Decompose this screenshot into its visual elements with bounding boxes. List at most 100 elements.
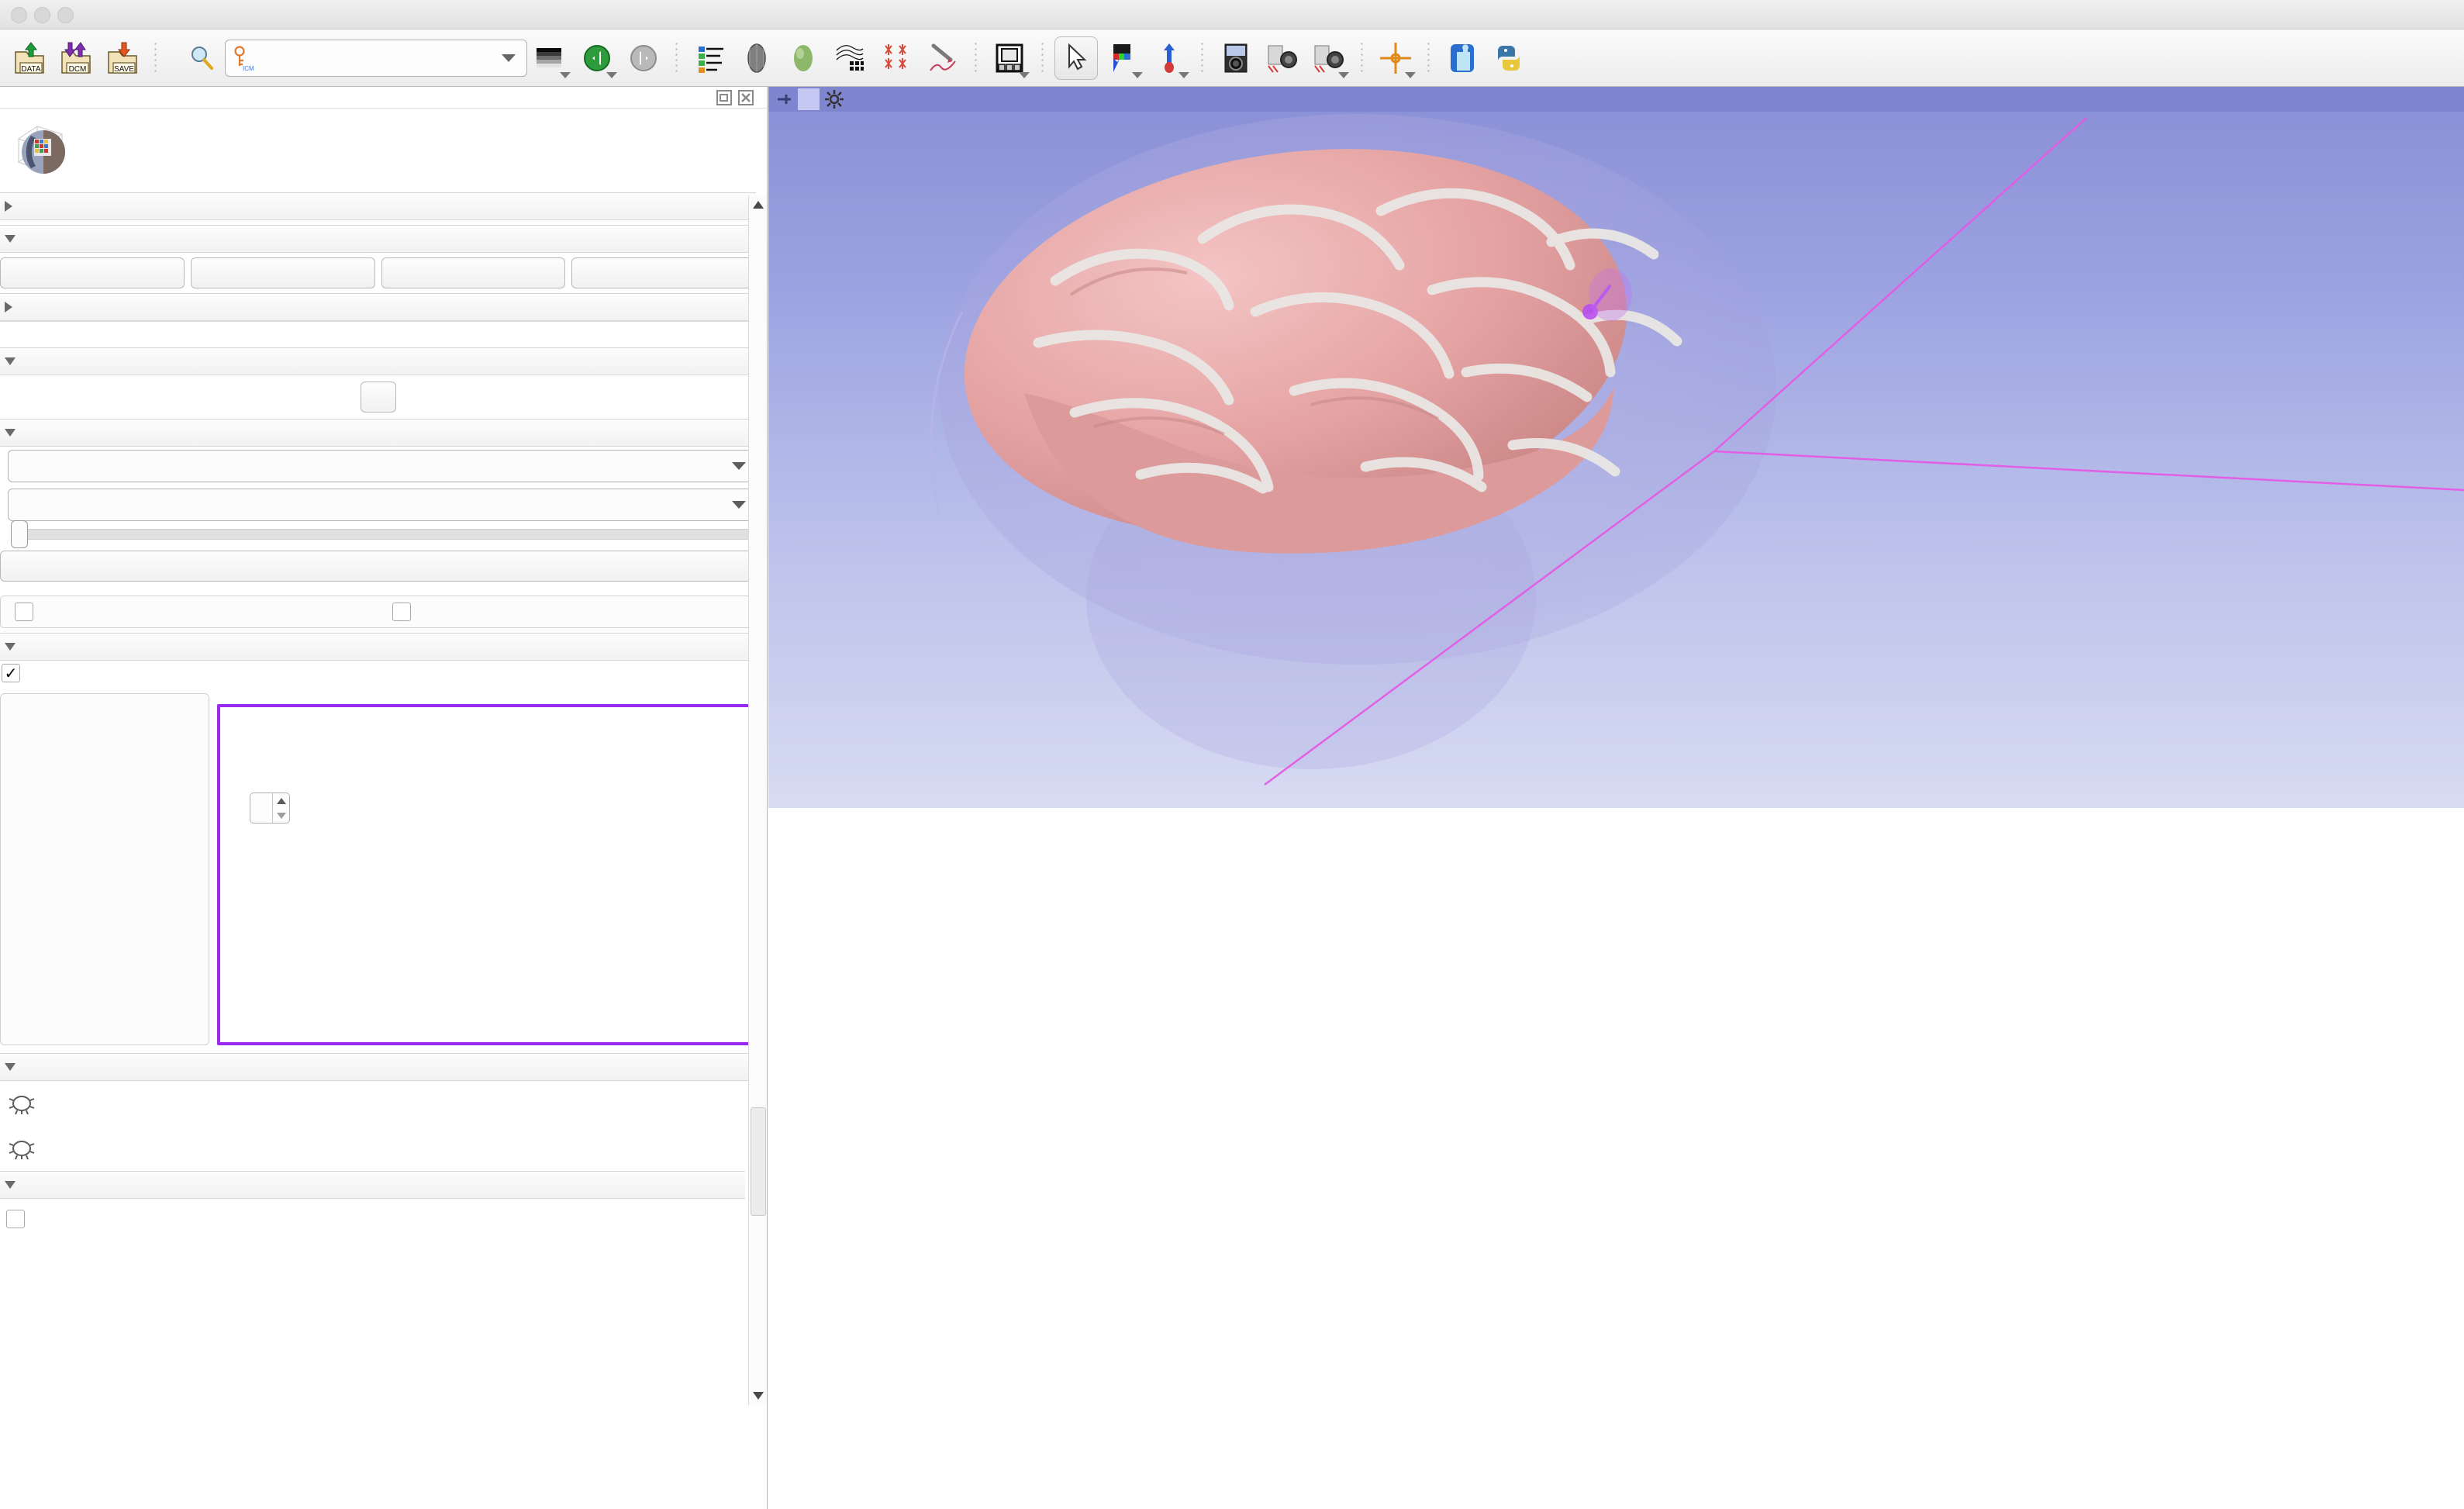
python-console-icon[interactable] — [1487, 36, 1531, 80]
3d-view[interactable] — [768, 87, 2464, 808]
fiducial-icon[interactable] — [1147, 36, 1191, 80]
grayscale-ramp-icon[interactable] — [529, 36, 572, 80]
show-zoomed-slice-row[interactable] — [0, 1199, 767, 1233]
close-panel-icon[interactable] — [737, 89, 754, 106]
markups-curve-icon[interactable] — [921, 36, 965, 80]
view-electrode-axis-row[interactable]: ✓ — [0, 661, 767, 684]
section-reload-test[interactable] — [0, 225, 756, 253]
panel-header — [0, 87, 767, 109]
freesurfer-desikan-row[interactable] — [0, 1126, 767, 1171]
extensions-icon[interactable] — [1441, 36, 1484, 80]
section-help-acknowledgement[interactable] — [0, 192, 756, 220]
background-volume-select[interactable] — [8, 489, 756, 521]
load-data-body — [0, 321, 756, 347]
brain-3d-render — [768, 87, 2464, 808]
section-load-data[interactable] — [0, 293, 756, 321]
scroll-down-button[interactable] — [749, 1386, 768, 1405]
reset-slice-views-row — [0, 375, 767, 419]
chevron-down-icon — [5, 643, 16, 651]
section-freesurfer-models[interactable] — [0, 1053, 756, 1081]
module-selector[interactable]: ICM — [225, 40, 527, 77]
window-controls[interactable] — [11, 7, 74, 23]
svg-text:DCM: DCM — [69, 65, 87, 74]
toolbar-separator — [154, 41, 158, 75]
selected-plot-row — [231, 792, 742, 824]
models-icon[interactable] — [782, 36, 825, 80]
forward-arrow-icon[interactable] — [622, 36, 665, 80]
slicer-logo-icon — [14, 117, 74, 184]
slice-views-container — [768, 808, 2464, 1509]
registration-icon[interactable] — [875, 36, 918, 80]
back-arrow-icon[interactable] — [575, 36, 619, 80]
layer-reveal-checkbox[interactable] — [378, 603, 756, 621]
reload-and-test-button[interactable] — [191, 257, 375, 288]
stepper-increment-button[interactable] — [273, 793, 289, 808]
place-markup-icon[interactable] — [1101, 36, 1144, 80]
chevron-down-icon — [502, 54, 516, 62]
section-visualization[interactable] — [0, 347, 756, 375]
triangle-down-icon — [277, 813, 286, 819]
electrodes-area — [0, 690, 767, 1048]
toggle-volumes-button[interactable] — [0, 551, 756, 582]
scrollbar-thumb[interactable] — [751, 1107, 766, 1216]
reset-slice-views-button[interactable] — [361, 382, 396, 413]
magnifier-icon[interactable] — [180, 36, 223, 80]
volume-rendering-icon[interactable] — [735, 36, 778, 80]
edit-button[interactable] — [381, 257, 566, 288]
triangle-down-icon — [752, 1391, 764, 1400]
foreground-volume-row — [0, 447, 767, 485]
layout-icon[interactable] — [988, 36, 1031, 80]
foreground-opacity-slider[interactable] — [19, 529, 756, 540]
maximize-window-button[interactable] — [57, 7, 74, 23]
toolbar-separator — [1427, 41, 1431, 75]
chevron-down-icon — [5, 357, 16, 365]
load-data-icon[interactable]: DATA — [8, 36, 51, 80]
checkbox-box-checked: ✓ — [2, 664, 20, 682]
triangle-up-icon — [277, 798, 286, 804]
stepper-decrement-button[interactable] — [273, 808, 289, 823]
section-data-probe[interactable] — [0, 1171, 745, 1199]
toolbar-separator — [1200, 41, 1205, 75]
triangle-up-icon — [752, 200, 764, 209]
green-magenta-blending-checkbox[interactable] — [1, 603, 378, 621]
checkbox-box — [392, 603, 411, 621]
blending-options-group — [0, 596, 756, 628]
screenshot-icon[interactable] — [1214, 36, 1258, 80]
scene-views-icon[interactable] — [1307, 36, 1351, 80]
chevron-right-icon — [5, 302, 12, 313]
opacity-slider-handle[interactable] — [11, 520, 28, 548]
module-panel: ✓ — [0, 87, 768, 1509]
save-data-icon[interactable]: SAVE — [101, 36, 144, 80]
subject-hierarchy-icon[interactable] — [688, 36, 732, 80]
checkbox-box — [6, 1210, 25, 1228]
minimize-window-button[interactable] — [34, 7, 50, 23]
crosshair-icon[interactable] — [1374, 36, 1417, 80]
chevron-down-icon — [1132, 72, 1143, 78]
chevron-down-icon — [1405, 72, 1416, 78]
freesurfer-destrieux-row[interactable] — [0, 1081, 767, 1126]
svg-text:DATA: DATA — [21, 65, 41, 74]
chevron-down-icon — [1179, 72, 1189, 78]
selected-plot-stepper[interactable] — [250, 792, 290, 824]
layers-blending-label — [0, 588, 767, 594]
close-window-button[interactable] — [11, 7, 27, 23]
scene-view-capture-icon[interactable] — [1261, 36, 1304, 80]
section-volumes[interactable] — [0, 419, 756, 447]
restore-window-icon[interactable] — [716, 89, 733, 106]
load-dicom-icon[interactable]: DCM — [54, 36, 98, 80]
toolbar-separator — [1040, 41, 1045, 75]
panel-scrollbar[interactable] — [748, 195, 767, 1405]
chevron-down-icon — [732, 462, 746, 470]
checkbox-box — [15, 603, 33, 621]
chevron-down-icon — [606, 72, 617, 78]
grid-transform-icon[interactable] — [828, 36, 871, 80]
mouse-pointer-icon[interactable] — [1054, 36, 1098, 80]
window-title-bar — [0, 0, 2464, 29]
foreground-volume-select[interactable] — [8, 450, 756, 482]
chevron-down-icon — [5, 1181, 16, 1189]
scroll-up-button[interactable] — [749, 195, 768, 214]
section-electrodes[interactable] — [0, 633, 756, 661]
reload-button[interactable] — [0, 257, 185, 288]
chevron-down-icon — [5, 1063, 16, 1071]
restart-slicer-button[interactable] — [571, 257, 756, 288]
